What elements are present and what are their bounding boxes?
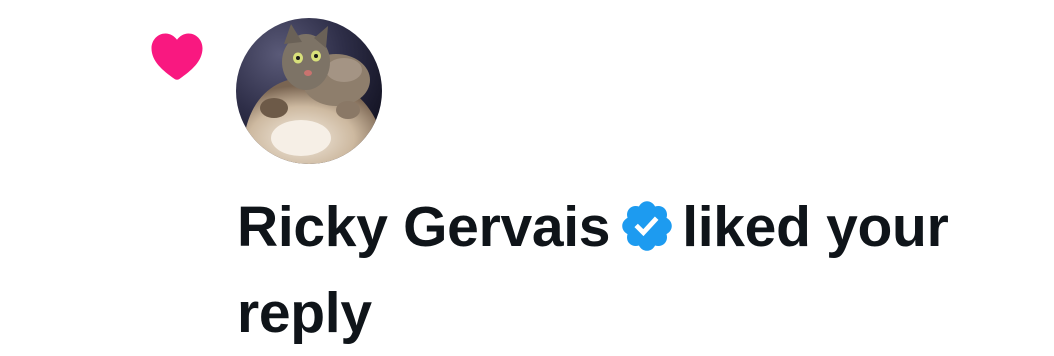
actor-name[interactable]: Ricky Gervais [237, 195, 611, 259]
avatar[interactable] [236, 18, 382, 164]
like-notification[interactable]: Ricky Gervais liked your reply [0, 0, 1054, 351]
notification-text: Ricky Gervais liked your reply [237, 184, 1047, 356]
heart-icon [146, 26, 208, 86]
verified-badge-icon [618, 197, 676, 255]
